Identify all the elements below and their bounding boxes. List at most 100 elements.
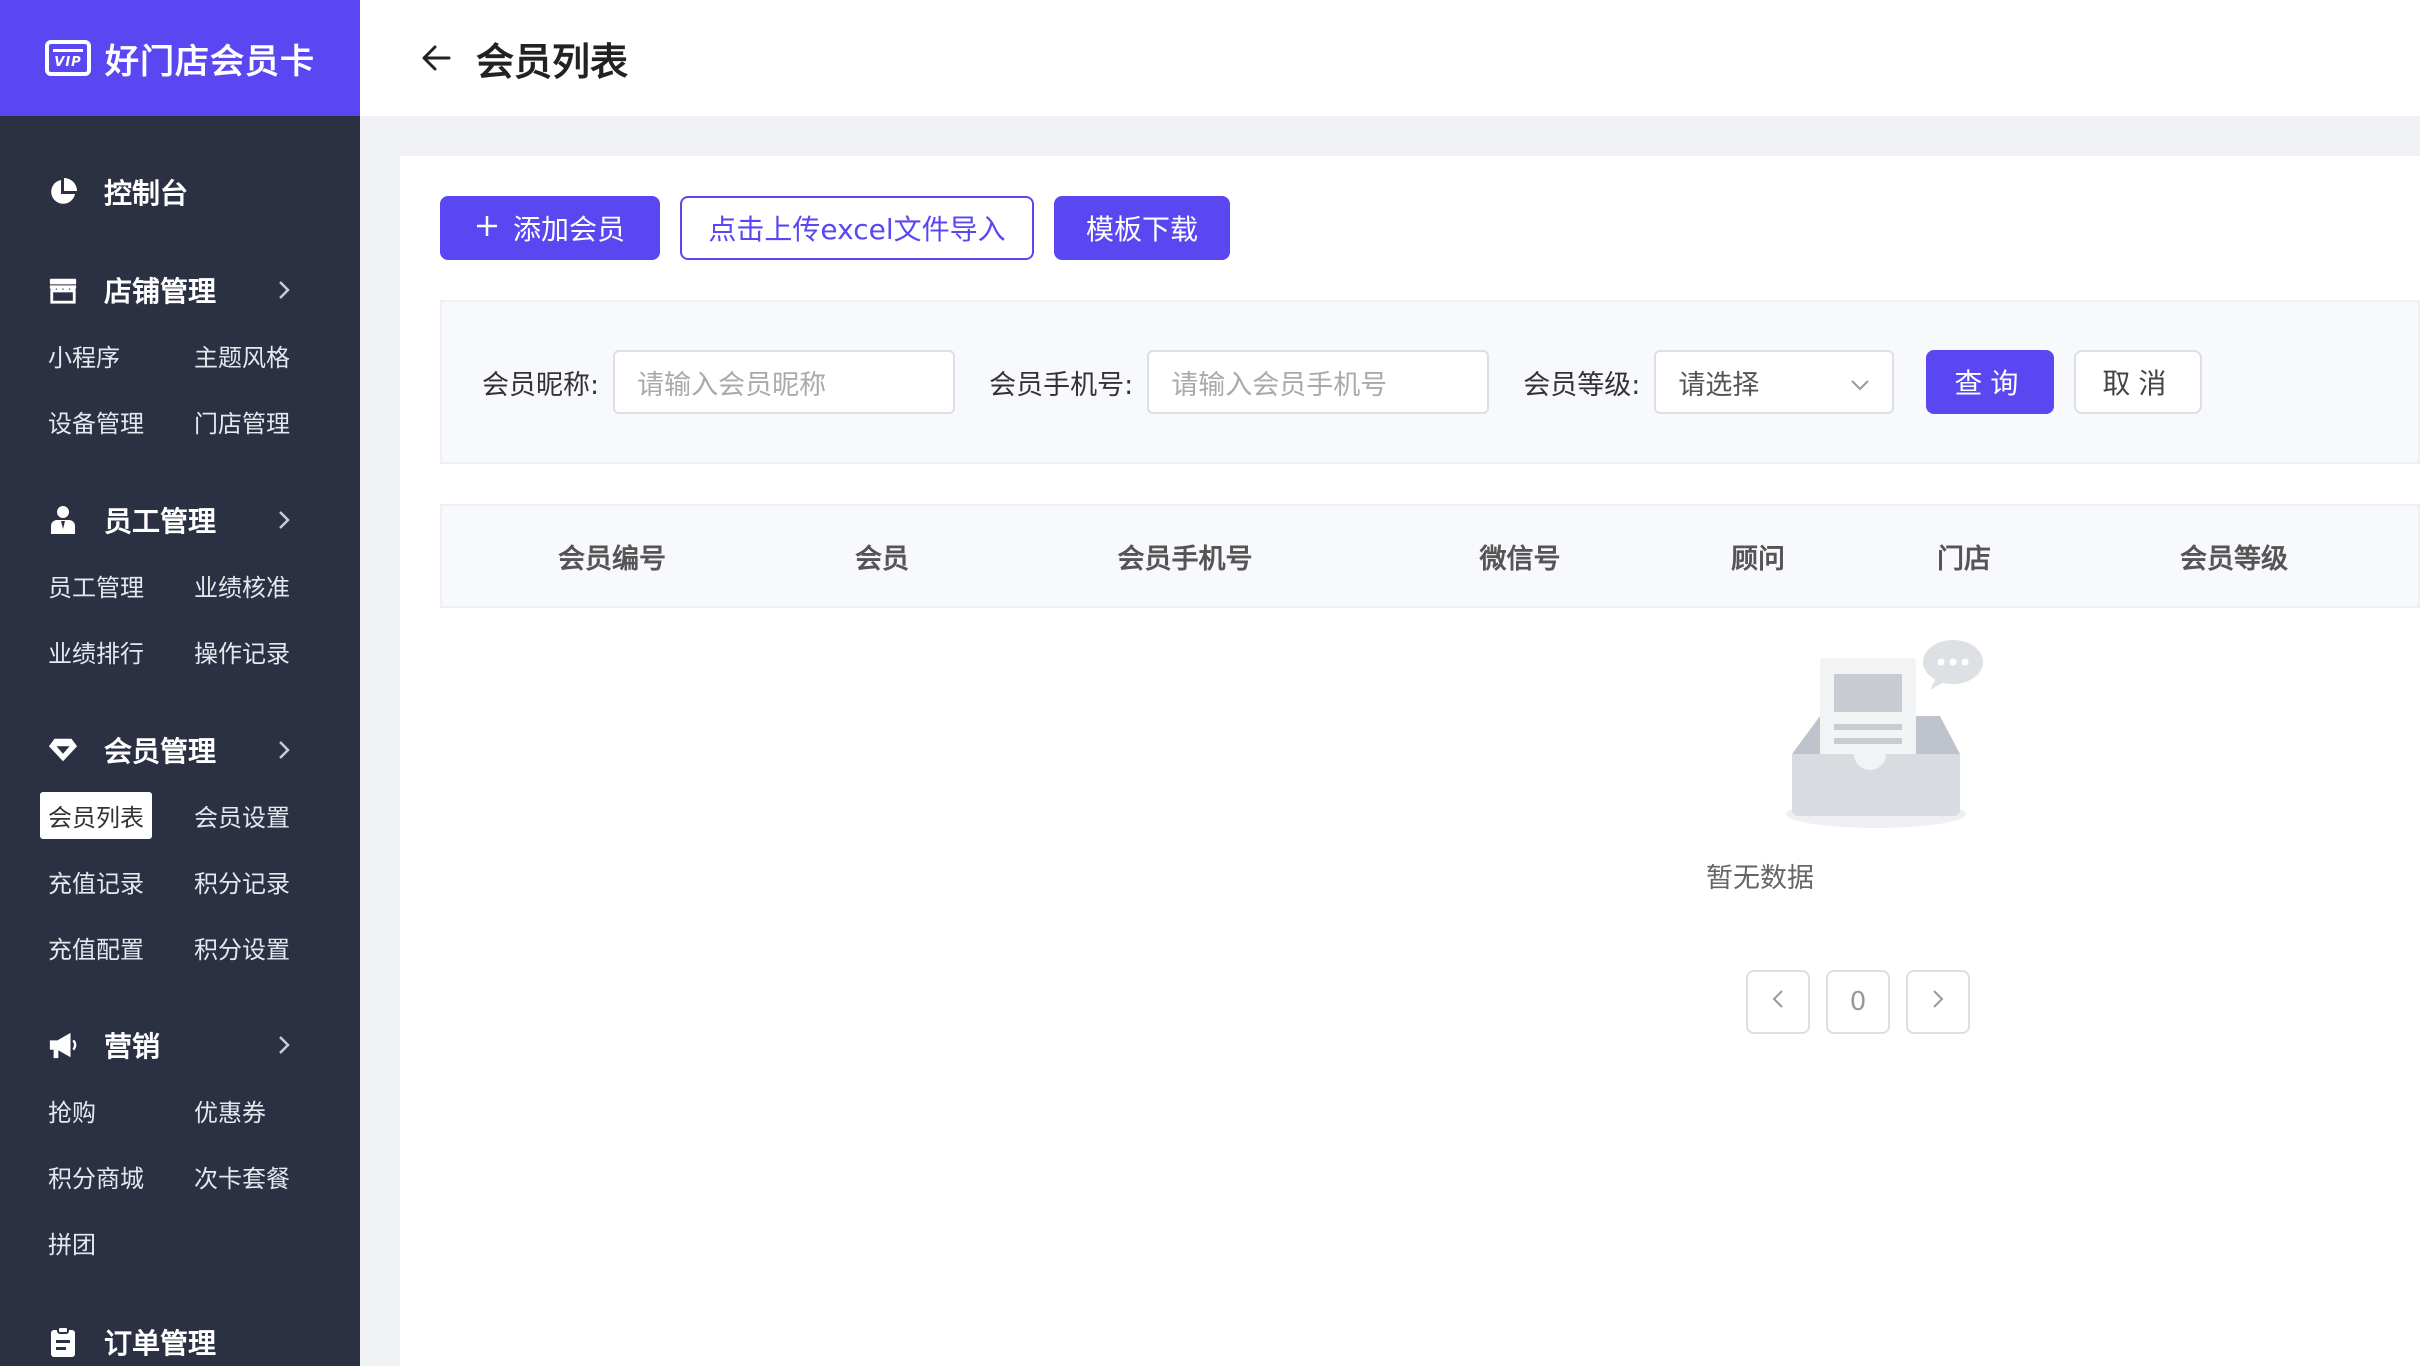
sidebar-group-store: 店铺管理 小程序 主题风格 设备管理 门店管理 <box>0 260 360 454</box>
sidebar-group-marketing-header[interactable]: 营销 <box>0 1015 360 1075</box>
sidebar-item-points-records[interactable]: 积分记录 <box>194 848 340 914</box>
sidebar-item-performance-approve[interactable]: 业绩核准 <box>194 552 340 618</box>
sidebar-group-orders: 订单管理 <box>0 1312 360 1366</box>
sidebar-item-staff[interactable]: 员工管理 <box>48 552 194 618</box>
level-label: 会员等级: <box>1523 369 1641 401</box>
page-title: 会员列表 <box>476 39 629 84</box>
next-page-button[interactable] <box>1906 970 1970 1034</box>
pie-chart-icon <box>48 177 78 207</box>
sidebar-item-punch-card[interactable]: 次卡套餐 <box>194 1143 340 1209</box>
page-header: 会员列表 <box>360 0 2420 116</box>
sidebar-item-label: 次卡套餐 <box>194 1164 290 1193</box>
phone-placeholder: 请输入会员手机号 <box>1171 369 1388 401</box>
column-header-advisor[interactable]: 顾问 <box>1731 506 1785 606</box>
nickname-placeholder: 请输入会员昵称 <box>637 369 827 401</box>
sidebar-item-label: 操作记录 <box>194 639 290 668</box>
nickname-input[interactable]: 请输入会员昵称 <box>613 350 956 414</box>
sidebar-item-label: 小程序 <box>48 343 120 372</box>
phone-input[interactable]: 请输入会员手机号 <box>1147 350 1490 414</box>
sidebar-item-label: 积分商城 <box>48 1164 144 1193</box>
chevron-right-icon <box>272 1033 296 1057</box>
empty-inbox-icon <box>1750 634 1990 894</box>
sidebar-item-coupons[interactable]: 优惠券 <box>194 1077 340 1143</box>
sidebar-item-label: 员工管理 <box>48 573 144 602</box>
vip-card-icon: VIP <box>45 40 91 76</box>
sidebar-item-label: 充值配置 <box>48 935 144 964</box>
filter-bar: 会员昵称: 请输入会员昵称 会员手机号: 请输入会员手机号 会员等级: 请选择 … <box>440 300 2420 464</box>
chevron-right-icon <box>272 738 296 762</box>
prev-page-button[interactable] <box>1746 970 1810 1034</box>
query-label: 查询 <box>1954 367 2027 400</box>
sidebar-item-dashboard[interactable]: 控制台 <box>0 162 360 222</box>
cancel-label: 取消 <box>2102 367 2175 400</box>
sidebar-item-performance-rank[interactable]: 业绩排行 <box>48 618 194 684</box>
template-download-label: 模板下载 <box>1085 213 1198 246</box>
cancel-button[interactable]: 取消 <box>2074 350 2203 414</box>
column-header-member-id[interactable]: 会员编号 <box>558 506 666 606</box>
sidebar-item-label: 积分记录 <box>194 869 290 898</box>
sidebar-item-flash-sale[interactable]: 抢购 <box>48 1077 194 1143</box>
chevron-down-icon <box>1850 367 1870 398</box>
query-button[interactable]: 查询 <box>1926 350 2055 414</box>
sidebar-item-group-buy[interactable]: 拼团 <box>48 1209 194 1275</box>
sidebar-group-title: 订单管理 <box>104 1327 217 1360</box>
sidebar-group-store-header[interactable]: 店铺管理 <box>0 260 360 320</box>
column-header-phone[interactable]: 会员手机号 <box>1118 506 1253 606</box>
sidebar-group-title: 店铺管理 <box>104 275 217 308</box>
column-header-level[interactable]: 会员等级 <box>2180 506 2288 606</box>
sidebar-item-label: 优惠券 <box>194 1098 266 1127</box>
sidebar-group-members-header[interactable]: 会员管理 <box>0 720 360 780</box>
chevron-left-icon <box>1771 987 1785 1017</box>
sidebar-item-label: 抢购 <box>48 1098 96 1127</box>
upload-excel-label: 点击上传excel文件导入 <box>708 213 1006 246</box>
clipboard-icon <box>48 1326 78 1357</box>
sidebar-item-operation-log[interactable]: 操作记录 <box>194 618 340 684</box>
sidebar-item-points-mall[interactable]: 积分商城 <box>48 1143 194 1209</box>
vip-badge-text: VIP <box>54 54 82 70</box>
column-header-wechat[interactable]: 微信号 <box>1480 506 1561 606</box>
sidebar-item-points-settings[interactable]: 积分设置 <box>194 914 340 980</box>
sidebar-group-orders-header[interactable]: 订单管理 <box>0 1312 360 1366</box>
column-header-store[interactable]: 门店 <box>1937 506 1991 606</box>
sidebar-item-recharge-records[interactable]: 充值记录 <box>48 848 194 914</box>
main-content: 添加会员 点击上传excel文件导入 模板下载 会员昵称: 请输入会员昵称 会员… <box>400 156 2420 1366</box>
staff-icon <box>48 505 78 535</box>
sidebar-item-theme[interactable]: 主题风格 <box>194 322 340 388</box>
sidebar-item-label: 业绩排行 <box>48 639 144 668</box>
sidebar-group-title: 会员管理 <box>104 735 217 768</box>
sidebar-item-mini-program[interactable]: 小程序 <box>48 322 194 388</box>
sidebar-item-member-settings[interactable]: 会员设置 <box>194 782 340 848</box>
sidebar-item-stores[interactable]: 门店管理 <box>194 388 340 454</box>
store-icon <box>48 275 78 305</box>
diamond-icon <box>48 735 78 765</box>
chevron-right-icon <box>272 508 296 532</box>
upload-excel-button[interactable]: 点击上传excel文件导入 <box>680 196 1034 260</box>
table-header: 会员编号 会员 会员手机号 微信号 顾问 门店 会员等级 <box>440 504 2420 608</box>
brand-logo[interactable]: VIP 好门店会员卡 <box>0 0 360 116</box>
sidebar-item-member-list[interactable]: 会员列表 <box>40 782 194 848</box>
sidebar-item-label: 充值记录 <box>48 869 144 898</box>
sidebar-item-label: 积分设置 <box>194 935 290 964</box>
sidebar-group-marketing: 营销 抢购 优惠券 积分商城 次卡套餐 拼团 <box>0 1015 360 1275</box>
column-header-member[interactable]: 会员 <box>855 506 909 606</box>
sidebar-group-title: 营销 <box>104 1030 161 1063</box>
add-member-button[interactable]: 添加会员 <box>440 196 660 260</box>
level-select-value: 请选择 <box>1678 369 1760 401</box>
current-page[interactable]: 0 <box>1826 970 1890 1034</box>
sidebar-item-label: 会员设置 <box>194 803 290 832</box>
sidebar-item-label: 业绩核准 <box>194 573 290 602</box>
sidebar: VIP 好门店会员卡 控制台 店铺管理 小程序 主题风格 设备管理 门店管理 员… <box>0 0 360 1366</box>
template-download-button[interactable]: 模板下载 <box>1054 196 1230 260</box>
empty-state-text: 暂无数据 <box>1706 863 1814 894</box>
megaphone-icon <box>48 1030 78 1060</box>
sidebar-item-recharge-config[interactable]: 充值配置 <box>48 914 194 980</box>
level-select[interactable]: 请选择 <box>1654 350 1895 414</box>
back-arrow-icon[interactable] <box>418 40 454 76</box>
add-member-label: 添加会员 <box>512 213 625 246</box>
sidebar-item-label: 拼团 <box>48 1230 96 1259</box>
sidebar-item-devices[interactable]: 设备管理 <box>48 388 194 454</box>
sidebar-group-staff-header[interactable]: 员工管理 <box>0 490 360 550</box>
plus-icon <box>475 212 499 245</box>
chevron-right-icon <box>272 278 296 302</box>
phone-label: 会员手机号: <box>989 369 1134 401</box>
